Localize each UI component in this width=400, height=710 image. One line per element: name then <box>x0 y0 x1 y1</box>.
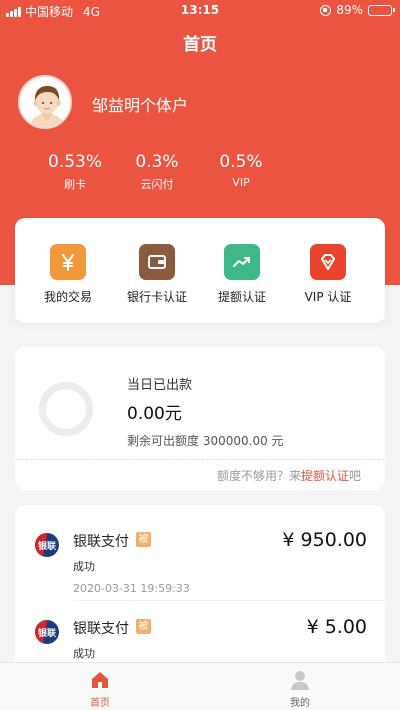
rotation-lock-icon <box>320 4 332 16</box>
limit-tip: 额度不够用？来提额认证吧 <box>217 467 361 484</box>
transaction-name: 银联支付 <box>73 621 129 637</box>
tip-suffix: 吧 <box>348 469 361 483</box>
tab-label: 我的 <box>290 698 310 709</box>
battery-icon <box>368 4 395 16</box>
payout-amount: 0.00元 <box>127 404 182 424</box>
wallet-icon <box>139 244 175 280</box>
transaction-list: 银联 银联支付 被 成功 2020-03-31 19:59:33 ¥ 950.0… <box>15 505 385 665</box>
action-label: VIP 认证 <box>304 290 352 304</box>
status-bar: 中国移动 4G 13:15 89% <box>0 0 400 22</box>
divider <box>15 459 385 460</box>
tip-prefix: 额度不够用？来 <box>216 469 301 483</box>
tab-home[interactable]: 首页 <box>60 669 140 709</box>
remaining-limit: 剩余可出额度 300000.00 元 <box>127 434 284 448</box>
payout-progress-ring <box>39 382 93 436</box>
action-my-transactions[interactable]: 我的交易 <box>23 244 113 305</box>
action-label: 我的交易 <box>43 290 92 304</box>
rate-label: VIP <box>232 176 250 189</box>
trend-up-icon <box>224 244 260 280</box>
tab-mine[interactable]: 我的 <box>260 669 340 709</box>
unionpay-logo-icon: 银联 <box>35 533 59 557</box>
transaction-status: 成功 <box>73 647 95 660</box>
action-vip-verify[interactable]: VIP 认证 <box>283 244 373 305</box>
page-title: 首页 <box>183 35 217 55</box>
user-icon <box>289 669 311 691</box>
home-icon <box>89 669 111 691</box>
action-bank-card-verify[interactable]: 银行卡认证 <box>112 244 202 305</box>
yen-icon <box>50 244 86 280</box>
limit-increase-link[interactable]: 提额认证 <box>301 469 349 483</box>
action-label: 银行卡认证 <box>126 290 187 304</box>
transaction-row[interactable]: 银联 银联支付 被 成功 2020-03-31 19:59:33 ¥ 950.0… <box>15 505 385 601</box>
bottom-tab-bar: 首页 我的 <box>0 662 400 710</box>
avatar[interactable] <box>18 75 72 129</box>
transaction-name: 银联支付 <box>73 534 129 550</box>
transaction-row[interactable]: 银联 银联支付 被 成功 ¥ 5.00 <box>15 600 385 665</box>
diamond-icon <box>310 244 346 280</box>
payout-title: 当日已出款 <box>127 378 193 393</box>
battery-percent: 89% <box>336 3 363 17</box>
transaction-status: 成功 <box>73 560 95 573</box>
transaction-amount: ¥ 5.00 <box>306 616 367 638</box>
quick-actions-card: 我的交易 银行卡认证 提额认证 VIP 认证 <box>15 218 385 323</box>
transaction-time: 2020-03-31 19:59:33 <box>73 582 190 595</box>
transaction-badge: 被 <box>136 619 151 634</box>
rate-value: 0.5% <box>219 152 263 172</box>
transaction-amount: ¥ 950.00 <box>282 529 367 551</box>
action-limit-increase-verify[interactable]: 提额认证 <box>197 244 287 305</box>
payout-card: 当日已出款 0.00元 剩余可出额度 300000.00 元 额度不够用？来提额… <box>15 347 385 490</box>
transaction-badge: 被 <box>136 532 151 547</box>
rate-vip: 0.5% VIP <box>191 152 291 189</box>
profile-name: 邹益明个体户 <box>92 96 189 115</box>
action-label: 提额认证 <box>217 290 266 304</box>
status-right: 89% <box>320 3 395 17</box>
unionpay-logo-icon: 银联 <box>35 620 59 644</box>
tab-label: 首页 <box>90 698 110 709</box>
